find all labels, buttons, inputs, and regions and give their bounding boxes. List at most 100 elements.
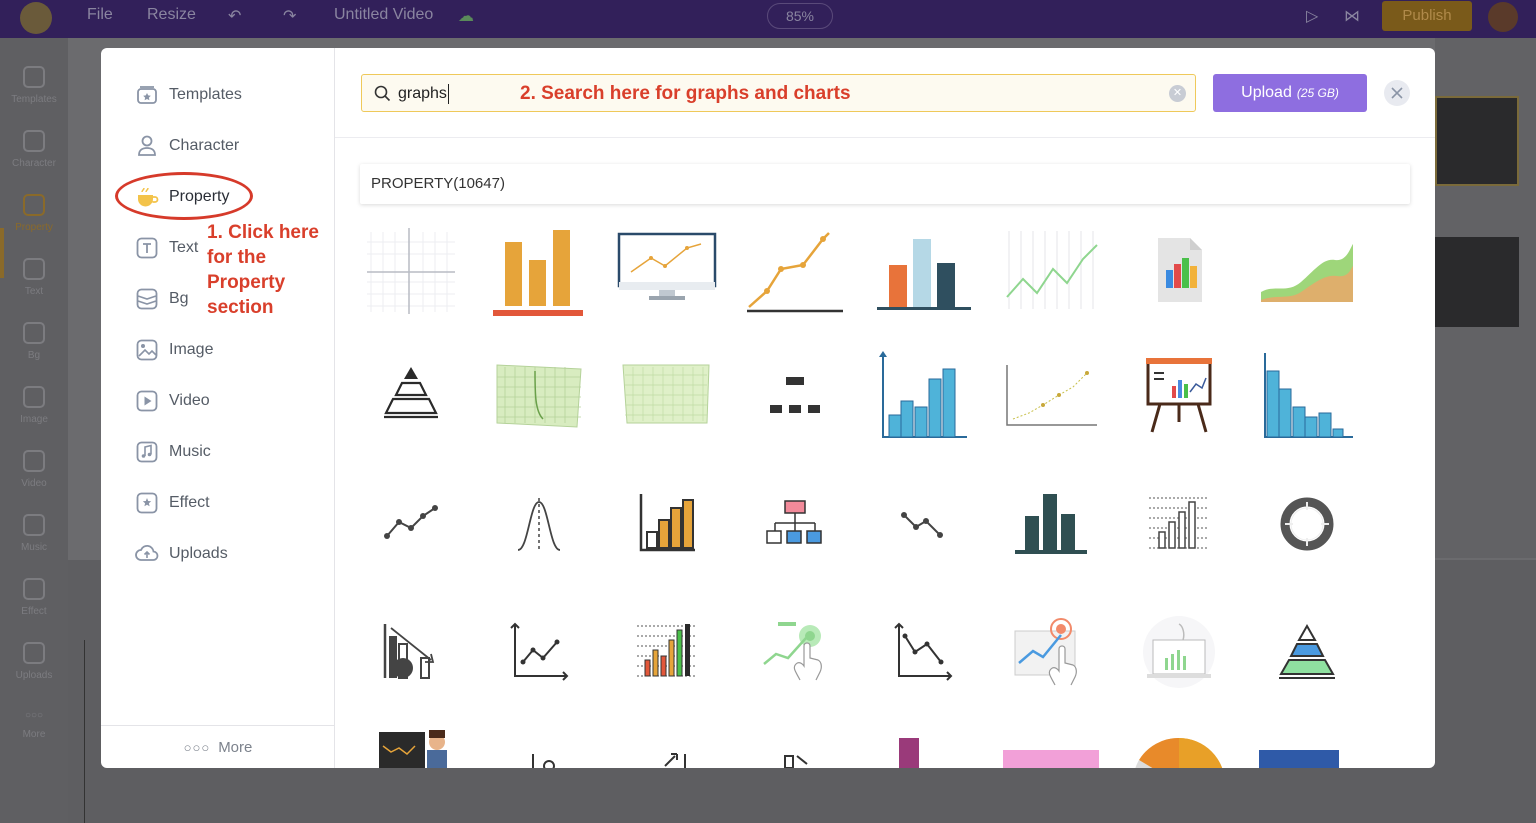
rail-video[interactable]: Video <box>0 450 68 489</box>
pie-chart-icon[interactable] <box>1129 720 1229 768</box>
pyramid-outline-icon[interactable] <box>361 346 461 446</box>
monitor-line-chart-icon[interactable] <box>617 220 717 320</box>
search-icon <box>374 85 391 107</box>
dark-bar-chart-icon[interactable] <box>1001 474 1101 574</box>
property-annotation: 1. Click here for the Property section <box>207 222 319 318</box>
templates-icon <box>135 83 159 107</box>
org-chart-icon[interactable] <box>745 474 845 574</box>
video-icon <box>135 389 159 413</box>
rail-templates[interactable]: Templates <box>0 66 68 105</box>
file-menu[interactable]: File <box>87 6 113 24</box>
rail-music[interactable]: Music <box>0 514 68 553</box>
rail-bg[interactable]: Bg <box>0 322 68 361</box>
pink-rect-icon[interactable] <box>1001 720 1101 768</box>
presenter-chart-icon[interactable] <box>361 720 461 768</box>
purple-bar-icon[interactable] <box>873 720 973 768</box>
blue-histogram-icon[interactable] <box>1257 346 1357 446</box>
decline-chart-icon[interactable] <box>361 602 461 702</box>
sidebar-item-uploads[interactable]: Uploads <box>135 539 228 569</box>
line-down-icon[interactable] <box>873 474 973 574</box>
sidebar-item-image[interactable]: Image <box>135 335 213 365</box>
area-chart-icon[interactable] <box>1257 220 1357 320</box>
blue-bar-chart-icon[interactable] <box>873 346 973 446</box>
color-bar-chart-icon[interactable] <box>873 220 973 320</box>
sidebar-item-character[interactable]: Character <box>135 131 239 161</box>
color-pyramid-icon[interactable] <box>1257 602 1357 702</box>
sidebar-item-bg[interactable]: Bg <box>135 284 189 314</box>
upload-label: Upload <box>1241 84 1292 101</box>
bell-curve-icon[interactable] <box>489 474 589 574</box>
search-annotation: 2. Search here for graphs and charts <box>520 83 851 104</box>
avatar[interactable] <box>1488 2 1518 32</box>
rail-text[interactable]: Text <box>0 258 68 297</box>
hierarchy-dots-icon[interactable] <box>745 346 845 446</box>
orange-line-chart-icon[interactable] <box>745 220 845 320</box>
line-axes-icon[interactable] <box>489 602 589 702</box>
upload-button[interactable]: Upload (25 GB) <box>1213 74 1367 112</box>
color-bars-grid-icon[interactable] <box>617 602 717 702</box>
flow-partial-icon[interactable] <box>745 720 845 768</box>
axis-partial-icon[interactable] <box>489 720 589 768</box>
sidebar-item-label: Templates <box>169 86 242 103</box>
dotted-bar-chart-icon[interactable] <box>1129 474 1229 574</box>
line-graph-icon[interactable] <box>361 474 461 574</box>
green-line-chart-icon[interactable] <box>1001 220 1101 320</box>
more-dots-icon: ○○○ <box>183 739 211 755</box>
laptop-chart-icon[interactable] <box>1129 602 1229 702</box>
touch-growth-icon[interactable] <box>745 602 845 702</box>
sidebar-item-effect[interactable]: Effect <box>135 488 210 518</box>
sidebar-item-templates[interactable]: Templates <box>135 80 242 110</box>
app-logo[interactable] <box>20 2 52 34</box>
scene-thumbnail-1[interactable] <box>1435 96 1519 186</box>
line-down-axes-icon[interactable] <box>873 602 973 702</box>
sidebar-item-video[interactable]: Video <box>135 386 210 416</box>
sidebar-item-label: Character <box>169 137 240 154</box>
upload-size: (25 GB) <box>1296 86 1339 100</box>
close-icon <box>1391 87 1403 99</box>
app-topbar: File Resize ↶ ↷ Untitled Video ☁ 85% ▷ ⋈… <box>0 0 1536 38</box>
sidebar-item-music[interactable]: Music <box>135 437 211 467</box>
donut-chart-icon[interactable] <box>1257 474 1357 574</box>
zoom-select[interactable]: 85% <box>767 3 833 29</box>
share-icon[interactable]: ⋈ <box>1344 6 1360 26</box>
uploads-icon <box>135 542 159 566</box>
bar-chart-outline-icon[interactable] <box>617 474 717 574</box>
bg-icon <box>135 287 159 311</box>
grid-axes-icon[interactable] <box>361 220 461 320</box>
rail-effect[interactable]: Effect <box>0 578 68 617</box>
resize-menu[interactable]: Resize <box>147 6 196 24</box>
rail-image[interactable]: Image <box>0 386 68 425</box>
dot-trend-chart-icon[interactable] <box>1001 346 1101 446</box>
left-rail: Templates Character Property Text Bg Ima… <box>0 38 68 823</box>
paper-graph-icon[interactable] <box>489 346 589 446</box>
clear-search-icon[interactable]: ✕ <box>1169 85 1186 102</box>
undo-icon[interactable]: ↶ <box>228 6 241 26</box>
sidebar-item-text[interactable]: Text <box>135 233 198 263</box>
asset-library-modal: Templates Character Property 1. Click he… <box>101 48 1435 768</box>
rail-more[interactable]: ○○○ More <box>0 710 68 740</box>
sidebar-item-label: Bg <box>169 290 189 307</box>
easel-presentation-icon[interactable] <box>1129 346 1229 446</box>
close-modal-button[interactable] <box>1384 80 1410 106</box>
results-grid <box>361 216 1361 768</box>
publish-button[interactable]: Publish <box>1382 1 1472 31</box>
rail-property[interactable]: Property <box>0 194 68 233</box>
video-title[interactable]: Untitled Video <box>334 6 433 24</box>
blue-rect-icon[interactable] <box>1257 720 1357 768</box>
text-icon <box>135 236 159 260</box>
document-chart-icon[interactable] <box>1129 220 1229 320</box>
search-box[interactable]: 2. Search here for graphs and charts ✕ <box>361 74 1196 112</box>
timeline-scrubber[interactable] <box>84 640 85 823</box>
orange-bar-chart-icon[interactable] <box>489 220 589 320</box>
more-button[interactable]: ○○○ More <box>101 725 335 768</box>
paper-grid-icon[interactable] <box>617 346 717 446</box>
arrow-partial-icon[interactable] <box>617 720 717 768</box>
preview-icon[interactable]: ▷ <box>1306 6 1318 26</box>
redo-icon[interactable]: ↷ <box>283 6 296 26</box>
touch-graph-icon[interactable] <box>1001 602 1101 702</box>
rail-uploads[interactable]: Uploads <box>0 642 68 681</box>
cloud-saved-icon: ☁ <box>458 8 474 25</box>
scene-thumbnail-2[interactable] <box>1435 237 1519 327</box>
rail-character[interactable]: Character <box>0 130 68 169</box>
text-cursor <box>448 84 449 104</box>
